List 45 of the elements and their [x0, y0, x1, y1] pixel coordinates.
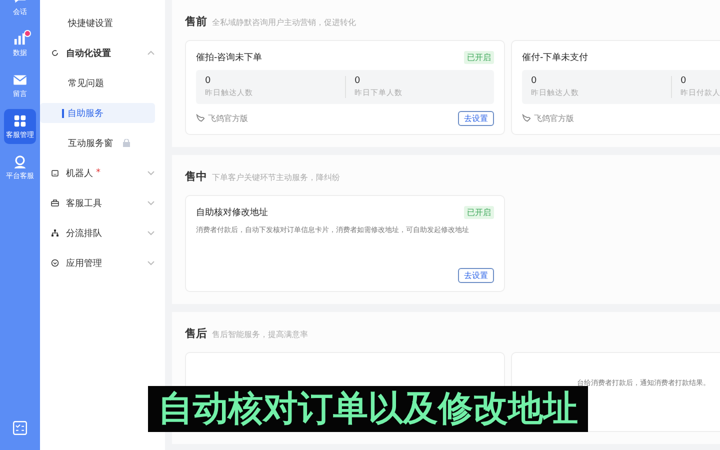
section-title: 售后 [185, 326, 207, 341]
nav-group[interactable]: 分流排队 [40, 223, 155, 243]
bird-icon [196, 114, 205, 122]
chevron-icon [147, 259, 155, 267]
edition-label: 飞鸽官方版 [534, 112, 574, 124]
card-title: 自助核对修改地址 [196, 206, 268, 218]
nav-item[interactable]: 互动服务窗 [40, 133, 155, 153]
checklist-icon[interactable] [12, 420, 28, 436]
nav-item[interactable]: 自助服务 [40, 103, 155, 123]
section-subtitle: 下单客户关键环节主动服务，降纠纷 [212, 172, 340, 183]
setup-button[interactable]: 去设置 [458, 268, 494, 282]
chevron-icon [147, 169, 155, 177]
edition-label: 飞鸽官方版 [208, 112, 248, 124]
nav-item[interactable]: 快捷键设置 [40, 13, 155, 33]
nav-group[interactable]: 客服工具 [40, 193, 155, 213]
chevron-icon [147, 199, 155, 207]
nav-group[interactable]: 自动化设置 [40, 43, 155, 63]
section-title: 售前 [185, 14, 207, 29]
card-title: 催付-下单未支付 [522, 52, 588, 64]
bar-chart-icon [12, 31, 28, 47]
status-badge: 已开启 [464, 206, 494, 218]
video-subtitle: 自动核对订单以及修改地址 [148, 386, 588, 432]
section-title: 售中 [185, 169, 207, 184]
setup-button[interactable]: 去设置 [458, 110, 494, 126]
nav-item[interactable]: 常见问题 [40, 73, 155, 93]
nav-group[interactable]: 机器人 * [40, 163, 155, 183]
stat-value: 0 [354, 76, 362, 86]
status-badge: 已开启 [464, 50, 494, 64]
chevron-icon [147, 49, 155, 57]
toolbox-icon [50, 198, 60, 208]
required-asterisk: * [96, 168, 102, 178]
card-title: 催拍-咨询未下单 [196, 52, 262, 64]
hierarchy-icon [50, 228, 60, 238]
stat-value: 0 [680, 76, 688, 86]
stat-value: 0 [205, 76, 212, 86]
circle-chevron-icon [50, 258, 60, 268]
section-subtitle: 全私域静默咨询用户主动营销，促进转化 [212, 17, 356, 28]
bird-icon [522, 114, 531, 122]
envelope-icon [12, 72, 28, 88]
stat-value: 0 [531, 76, 538, 86]
grid-icon [12, 113, 28, 129]
section-subtitle: 售后智能服务，提高满意率 [212, 329, 308, 340]
chevron-icon [147, 229, 155, 237]
monitor-icon [50, 168, 60, 178]
nav-group[interactable]: 应用管理 [40, 253, 155, 273]
